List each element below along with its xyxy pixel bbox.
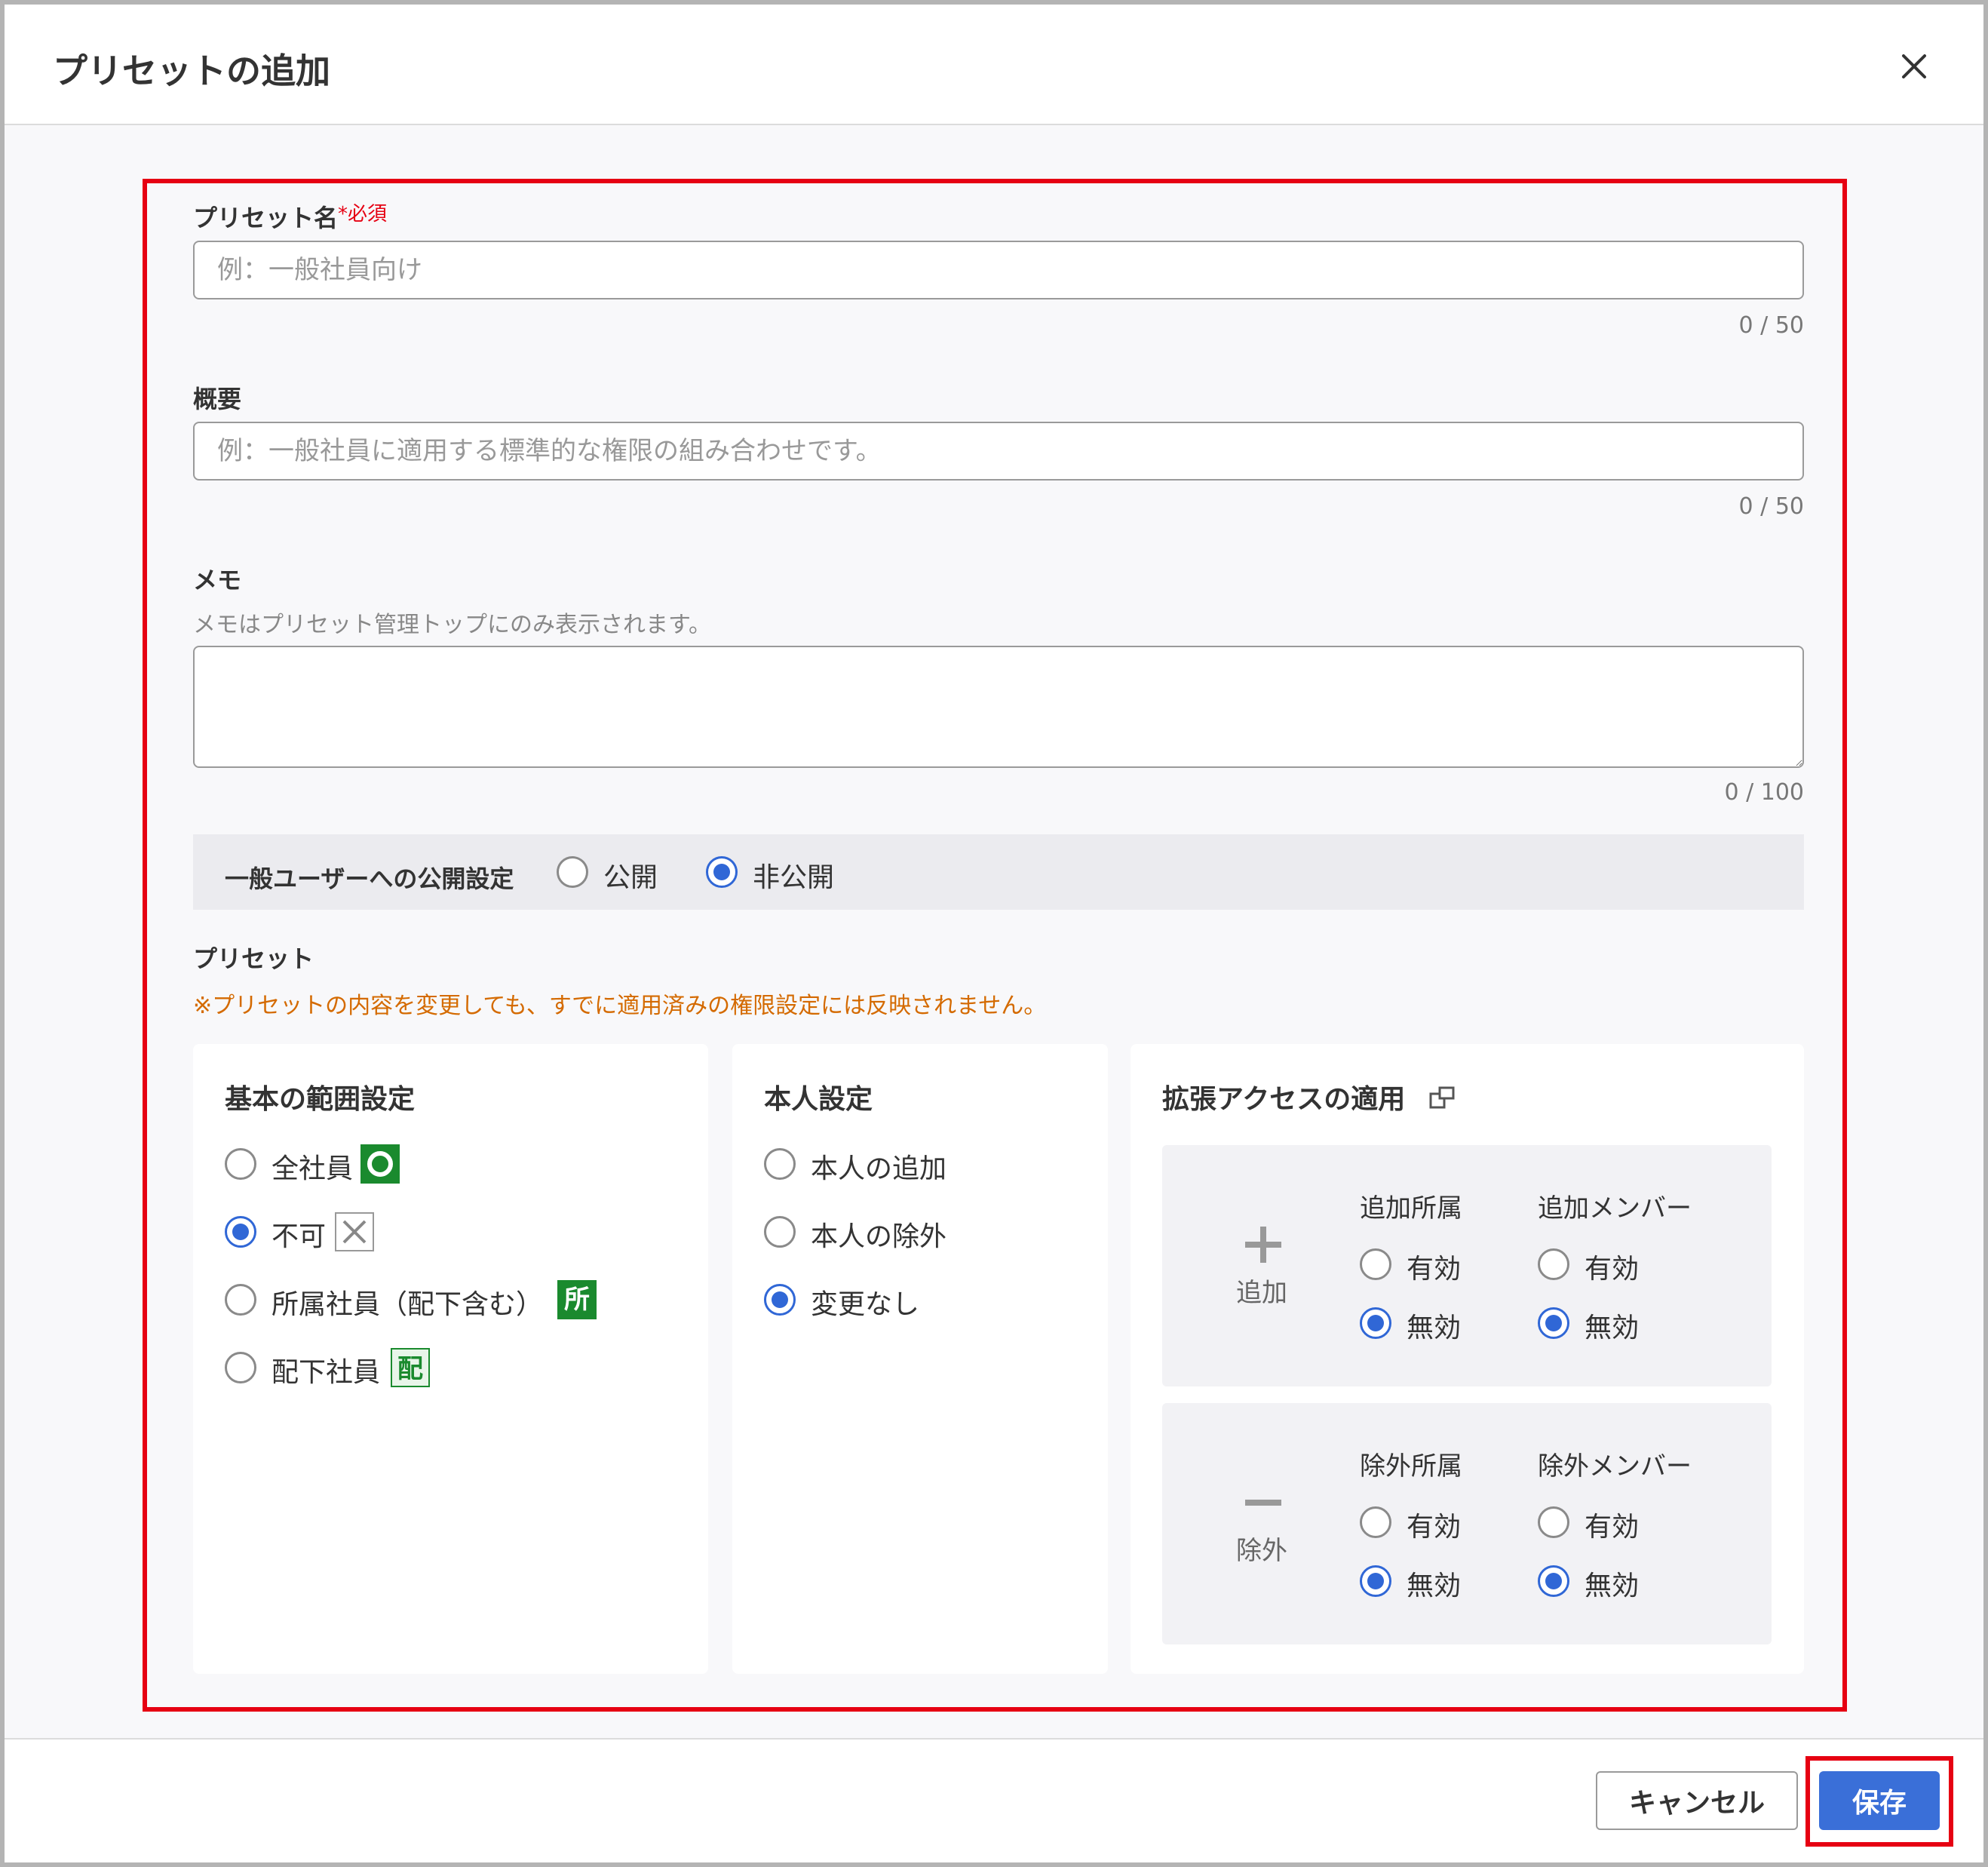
add-dept-enable-label[interactable]: 有効 (1407, 1247, 1461, 1286)
external-link-icon[interactable] (1428, 1083, 1458, 1113)
save-button[interactable]: 保存 (1819, 1771, 1940, 1830)
basic-scope-title: 基本の範囲設定 (225, 1084, 416, 1115)
close-icon[interactable] (1890, 42, 1938, 91)
add-member-disable-radio[interactable] (1538, 1307, 1569, 1339)
exclude-side-label: 除外 (1236, 1536, 1287, 1566)
preset-name-label-text: プリセット名 (193, 204, 339, 232)
publish-private-radio[interactable] (706, 856, 738, 888)
self-add-radio[interactable] (764, 1148, 796, 1180)
memo-textarea[interactable] (193, 646, 1804, 768)
cancel-button[interactable]: キャンセル (1596, 1771, 1798, 1830)
add-dept-disable-label[interactable]: 無効 (1407, 1306, 1461, 1345)
scope-all-label[interactable]: 全社員 (272, 1147, 353, 1186)
extended-access-card: 拡張アクセスの適用 追加 追加所属 有効 無効 追加メンバー 有効 無効 除外 … (1131, 1044, 1804, 1674)
exclude-member-header: 除外メンバー (1538, 1451, 1692, 1482)
self-exclude-radio[interactable] (764, 1216, 796, 1248)
scope-dept-label[interactable]: 所属社員（配下含む） (272, 1282, 543, 1322)
publish-public-radio[interactable] (557, 856, 588, 888)
basic-scope-card: 基本の範囲設定 全社員 不可 所属社員（配下含む） 所 配下社員 配 (193, 1044, 708, 1674)
add-side-label: 追加 (1236, 1278, 1287, 1308)
self-exclude-label[interactable]: 本人の除外 (811, 1214, 946, 1254)
badge-cross-icon (335, 1212, 374, 1251)
preset-section-label: プリセット (193, 944, 314, 973)
add-member-enable-radio[interactable] (1538, 1248, 1569, 1280)
self-nochange-radio[interactable] (764, 1284, 796, 1316)
self-add-label[interactable]: 本人の追加 (811, 1147, 946, 1186)
exclude-panel: 除外 除外所属 有効 無効 除外メンバー 有効 無効 (1162, 1403, 1772, 1644)
preset-name-input[interactable] (193, 241, 1804, 299)
plus-icon (1242, 1224, 1284, 1266)
dialog-title: プリセットの追加 (53, 51, 330, 91)
add-dept-enable-radio[interactable] (1360, 1248, 1391, 1280)
exclude-dept-disable-label[interactable]: 無効 (1407, 1564, 1461, 1603)
scope-sub-radio[interactable] (225, 1352, 256, 1383)
memo-hint: メモはプリセット管理トップにのみ表示されます。 (193, 612, 711, 638)
preset-name-label: プリセット名*必須 (193, 199, 387, 234)
exclude-member-enable-radio[interactable] (1538, 1506, 1569, 1538)
scope-dept-radio[interactable] (225, 1284, 256, 1316)
scope-none-radio[interactable] (225, 1216, 256, 1248)
add-dept-disable-radio[interactable] (1360, 1307, 1391, 1339)
memo-label: メモ (193, 566, 242, 594)
publish-setting-bar: 一般ユーザーへの公開設定 公開 非公開 (193, 834, 1804, 910)
exclude-dept-enable-radio[interactable] (1360, 1506, 1391, 1538)
publish-public-label[interactable]: 公開 (603, 855, 658, 895)
badge-sub: 配 (391, 1348, 430, 1387)
add-dept-header: 追加所属 (1360, 1193, 1462, 1224)
extended-access-title: 拡張アクセスの適用 (1162, 1084, 1406, 1115)
scope-sub-label[interactable]: 配下社員 (272, 1350, 380, 1390)
self-setting-card: 本人設定 本人の追加 本人の除外 変更なし (732, 1044, 1108, 1674)
exclude-dept-enable-label[interactable]: 有効 (1407, 1505, 1461, 1544)
add-member-header: 追加メンバー (1538, 1193, 1692, 1224)
self-nochange-label[interactable]: 変更なし (811, 1282, 919, 1322)
exclude-dept-disable-radio[interactable] (1360, 1565, 1391, 1597)
summary-counter: 0 / 50 (1738, 493, 1804, 520)
exclude-dept-header: 除外所属 (1360, 1451, 1462, 1482)
preset-name-counter: 0 / 50 (1738, 312, 1804, 339)
preset-add-dialog: プリセットの追加 プリセット名*必須 0 / 50 概要 0 / 50 メモ メ… (0, 0, 1988, 1867)
self-setting-title: 本人設定 (764, 1084, 873, 1115)
dialog-footer: キャンセル 保存 (5, 1738, 1983, 1862)
preset-warning: ※プリセットの内容を変更しても、すでに適用済みの権限設定には反映されません。 (193, 993, 1047, 1019)
summary-label: 概要 (193, 385, 242, 413)
required-mark: *必須 (338, 203, 388, 226)
publish-label: 一般ユーザーへの公開設定 (225, 864, 514, 893)
publish-private-label[interactable]: 非公開 (753, 855, 834, 895)
memo-counter: 0 / 100 (1724, 779, 1804, 806)
add-member-disable-label[interactable]: 無効 (1585, 1306, 1639, 1345)
badge-dept: 所 (557, 1280, 597, 1319)
dialog-header: プリセットの追加 (5, 5, 1983, 125)
scope-none-label[interactable]: 不可 (272, 1214, 326, 1254)
exclude-member-disable-label[interactable]: 無効 (1585, 1564, 1639, 1603)
add-panel: 追加 追加所属 有効 無効 追加メンバー 有効 無効 (1162, 1145, 1772, 1386)
scope-all-radio[interactable] (225, 1148, 256, 1180)
exclude-member-disable-radio[interactable] (1538, 1565, 1569, 1597)
summary-input[interactable] (193, 422, 1804, 481)
add-member-enable-label[interactable]: 有効 (1585, 1247, 1639, 1286)
minus-icon (1242, 1482, 1284, 1524)
exclude-member-enable-label[interactable]: 有効 (1585, 1505, 1639, 1544)
badge-circle-icon (360, 1144, 400, 1184)
